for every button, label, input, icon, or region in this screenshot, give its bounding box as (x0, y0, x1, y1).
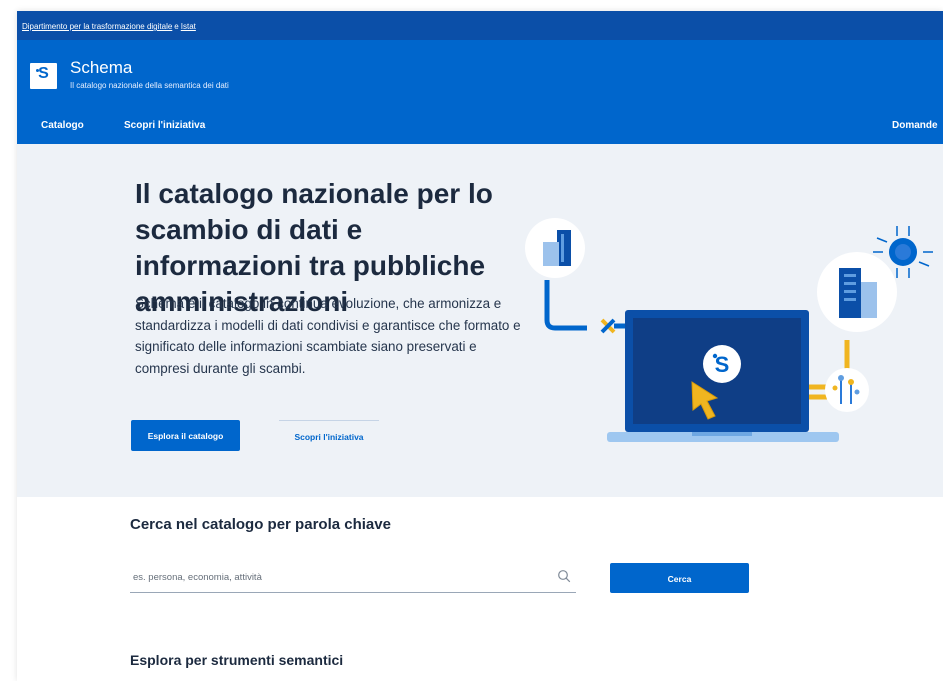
top-links: Dipartimento per la trasformazione digit… (22, 22, 196, 31)
schema-logo[interactable]: S (30, 63, 57, 89)
connector-x-icon (600, 318, 616, 334)
site-header: S Schema Il catalogo nazionale della sem… (17, 40, 943, 144)
main-nav: Catalogo Scopri l'iniziativa Domande (17, 117, 943, 137)
link-istat[interactable]: Istat (181, 22, 196, 31)
link-dipartimento[interactable]: Dipartimento per la trasformazione digit… (22, 22, 172, 31)
search-input[interactable] (130, 564, 553, 590)
tree-icon (825, 368, 869, 412)
site-subtitle: Il catalogo nazionale della semantica de… (70, 81, 229, 90)
connector-line (544, 280, 587, 331)
topbar-separator: e (174, 22, 179, 31)
building-icon (525, 218, 585, 278)
search-section-title: Cerca nel catalogo per parola chiave (130, 516, 391, 533)
top-slim-bar: Dipartimento per la trasformazione digit… (17, 11, 943, 40)
search-field (130, 564, 576, 593)
search-button[interactable]: Cerca (610, 563, 749, 593)
site-title[interactable]: Schema (70, 58, 132, 78)
explore-catalog-button[interactable]: Esplora il catalogo (131, 420, 240, 451)
page: Dipartimento per la trasformazione digit… (17, 11, 943, 681)
discover-initiative-button[interactable]: Scopri l'iniziativa (279, 420, 379, 451)
search-icon[interactable] (557, 569, 571, 583)
laptop-icon: S (607, 310, 839, 442)
laptop-logo-letter: S (715, 352, 730, 377)
hero-section: Il catalogo nazionale per lo scambio di … (17, 144, 943, 497)
nav-item-scopri-iniziativa[interactable]: Scopri l'iniziativa (124, 120, 205, 131)
hero-description: Schema è il catalogo in continua evoluzi… (135, 296, 521, 376)
logo-letter: S (38, 65, 49, 82)
hero-illustration: S (525, 218, 933, 442)
nav-item-domande[interactable]: Domande (892, 120, 938, 131)
nav-item-catalogo[interactable]: Catalogo (41, 120, 84, 131)
office-building-icon (817, 252, 897, 332)
explore-section-title: Esplora per strumenti semantici (130, 652, 344, 668)
